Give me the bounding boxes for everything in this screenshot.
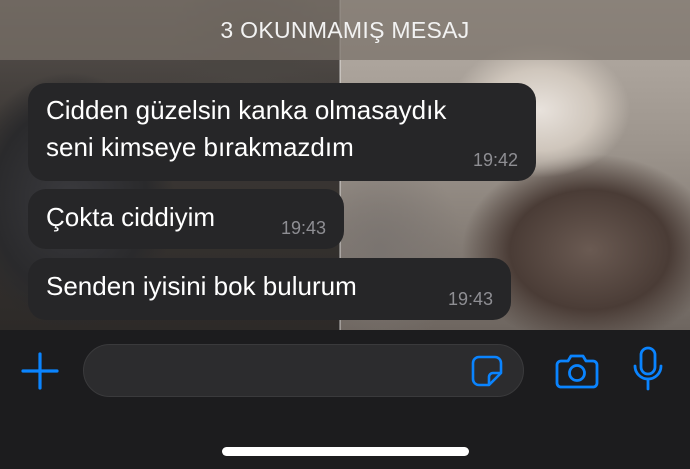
chat-screen: 3 OKUNMAMIŞ MESAJ Cidden güzelsin kanka … <box>0 0 690 469</box>
message-input-field[interactable] <box>83 344 524 397</box>
message-text: Cidden güzelsin kanka olmasaydık seni ki… <box>46 92 518 166</box>
home-indicator[interactable] <box>222 447 469 456</box>
sticker-icon <box>471 355 503 387</box>
message-bubble[interactable]: Cidden güzelsin kanka olmasaydık seni ki… <box>28 83 536 181</box>
voice-message-button[interactable] <box>632 346 664 392</box>
message-timestamp: 19:43 <box>280 218 326 238</box>
message-line: Cidden güzelsin kanka olmasaydık <box>46 95 447 125</box>
camera-icon <box>555 354 599 389</box>
camera-button[interactable] <box>555 352 599 390</box>
unread-messages-banner: 3 OKUNMAMIŞ MESAJ <box>0 0 690 60</box>
message-timestamp: 19:43 <box>447 289 493 309</box>
message-text: Senden iyisini bok bulurum <box>46 268 493 305</box>
sticker-button[interactable] <box>470 354 504 388</box>
message-line: seni kimseye bırakmazdım <box>46 132 354 162</box>
message-bubble[interactable]: Senden iyisini bok bulurum 19:43 <box>28 258 511 320</box>
message-bubble[interactable]: Çokta ciddiyim 19:43 <box>28 189 344 249</box>
microphone-icon <box>633 346 663 391</box>
unread-messages-label: 3 OKUNMAMIŞ MESAJ <box>220 16 470 43</box>
message-line: Senden iyisini bok bulurum <box>46 271 357 301</box>
attach-button[interactable] <box>20 351 60 391</box>
plus-icon <box>21 352 59 390</box>
message-timestamp: 19:42 <box>472 150 518 170</box>
